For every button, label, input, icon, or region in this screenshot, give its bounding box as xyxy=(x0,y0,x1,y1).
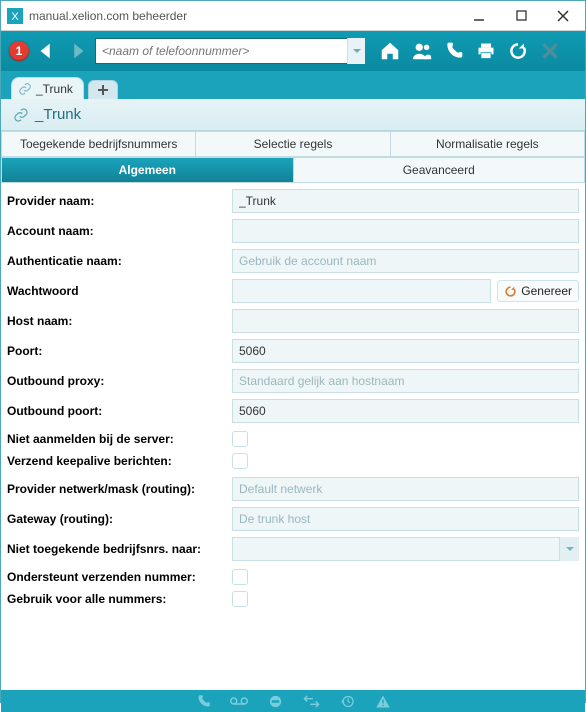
input-account-naam[interactable] xyxy=(232,219,579,243)
checkbox-verzend-keepalive[interactable] xyxy=(232,453,248,469)
transfer-icon[interactable] xyxy=(302,692,320,710)
subtab-geavanceerd[interactable]: Geavanceerd xyxy=(294,157,586,183)
form-area: Provider naam: Account naam: Authenticat… xyxy=(1,183,585,690)
svg-text:X: X xyxy=(11,11,19,23)
minimize-button[interactable] xyxy=(465,6,493,26)
window-title: manual.xelion.com beheerder xyxy=(29,9,187,23)
select-input-niet-toegekende[interactable] xyxy=(232,537,579,561)
home-icon[interactable] xyxy=(379,40,401,62)
refresh-icon[interactable] xyxy=(507,40,529,62)
tab-trunk[interactable]: _Trunk xyxy=(11,77,84,99)
page-header: _Trunk xyxy=(1,99,585,131)
print-icon[interactable] xyxy=(475,40,497,62)
checkbox-ondersteunt-verzenden[interactable] xyxy=(232,569,248,585)
search-dropdown-toggle[interactable] xyxy=(347,38,365,64)
tab-label: _Trunk xyxy=(36,82,73,96)
page-title: _Trunk xyxy=(35,106,81,123)
subtabs-row-1: Toegekende bedrijfsnummers Selectie rege… xyxy=(1,131,585,157)
label-verzend-keepalive: Verzend keepalive berichten: xyxy=(7,454,232,468)
cancel-icon[interactable] xyxy=(539,40,561,62)
input-poort[interactable] xyxy=(232,339,579,363)
label-wachtwoord: Wachtwoord xyxy=(7,284,232,298)
refresh-icon xyxy=(504,285,517,298)
input-outbound-proxy[interactable] xyxy=(232,369,579,393)
label-account-naam: Account naam: xyxy=(7,224,232,238)
phone-icon[interactable] xyxy=(443,40,465,62)
checkbox-gebruik-alle[interactable] xyxy=(232,591,248,607)
input-provider-naam[interactable] xyxy=(232,189,579,213)
input-outbound-poort[interactable] xyxy=(232,399,579,423)
input-authenticatie-naam[interactable] xyxy=(232,249,579,273)
document-tabbar: _Trunk xyxy=(1,71,585,99)
search-input[interactable] xyxy=(95,38,365,64)
maximize-button[interactable] xyxy=(507,6,535,26)
phone-icon[interactable] xyxy=(194,692,212,710)
input-host-naam[interactable] xyxy=(232,309,579,333)
checkbox-niet-aanmelden[interactable] xyxy=(232,431,248,447)
app-favicon: X xyxy=(7,8,23,24)
label-host-naam: Host naam: xyxy=(7,314,232,328)
select-niet-toegekende[interactable] xyxy=(232,537,579,561)
generate-password-button[interactable]: Genereer xyxy=(497,280,579,302)
notification-badge[interactable]: 1 xyxy=(9,41,29,61)
label-niet-toegekende: Niet toegekende bedrijfsnrs. naar: xyxy=(7,542,232,556)
close-button[interactable] xyxy=(549,6,577,26)
label-gebruik-alle: Gebruik voor alle nummers: xyxy=(7,592,232,606)
subtab-toegekende[interactable]: Toegekende bedrijfsnummers xyxy=(1,131,196,157)
subtab-algemeen[interactable]: Algemeen xyxy=(1,157,294,183)
subtab-normalisatie[interactable]: Normalisatie regels xyxy=(391,131,585,157)
label-poort: Poort: xyxy=(7,344,232,358)
nav-back-button[interactable] xyxy=(35,39,59,63)
generate-label: Genereer xyxy=(521,284,572,298)
input-wachtwoord[interactable] xyxy=(232,279,491,303)
subtabs-row-2: Algemeen Geavanceerd xyxy=(1,157,585,183)
label-niet-aanmelden: Niet aanmelden bij de server: xyxy=(7,432,232,446)
link-icon xyxy=(18,82,32,96)
label-gateway-routing: Gateway (routing): xyxy=(7,512,232,526)
search-combobox[interactable] xyxy=(95,38,365,64)
label-outbound-proxy: Outbound proxy: xyxy=(7,374,232,388)
history-icon[interactable] xyxy=(338,692,356,710)
do-not-disturb-icon[interactable] xyxy=(266,692,284,710)
status-bar xyxy=(1,690,585,712)
window-titlebar: X manual.xelion.com beheerder xyxy=(1,1,585,31)
link-icon xyxy=(13,107,29,123)
label-authenticatie-naam: Authenticatie naam: xyxy=(7,254,232,268)
nav-forward-button[interactable] xyxy=(65,39,89,63)
label-outbound-poort: Outbound poort: xyxy=(7,404,232,418)
voicemail-icon[interactable] xyxy=(230,692,248,710)
contacts-icon[interactable] xyxy=(411,40,433,62)
chevron-down-icon[interactable] xyxy=(559,537,579,561)
input-provider-netwerk[interactable] xyxy=(232,477,579,501)
warning-icon[interactable] xyxy=(374,692,392,710)
subtab-selectie[interactable]: Selectie regels xyxy=(196,131,390,157)
label-ondersteunt-verzenden: Ondersteunt verzenden nummer: xyxy=(7,570,232,584)
label-provider-naam: Provider naam: xyxy=(7,194,232,208)
main-toolbar: 1 xyxy=(1,31,585,71)
tab-add-button[interactable] xyxy=(88,80,118,99)
label-provider-netwerk: Provider netwerk/mask (routing): xyxy=(7,482,232,496)
input-gateway-routing[interactable] xyxy=(232,507,579,531)
